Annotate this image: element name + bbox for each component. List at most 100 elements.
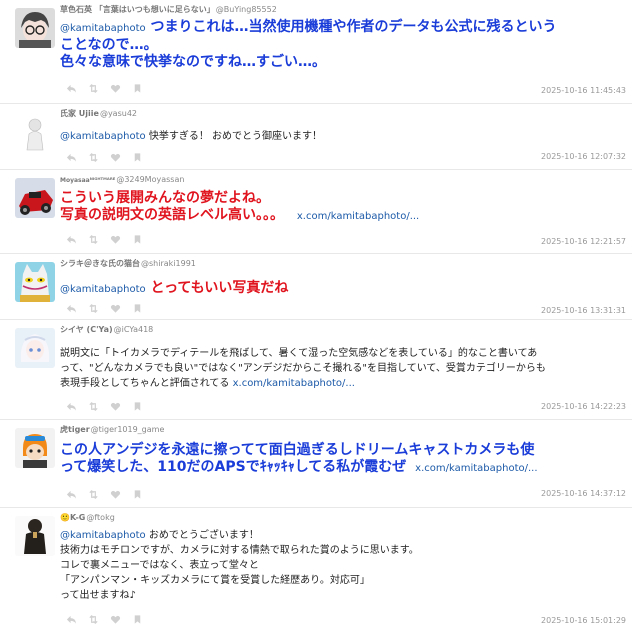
bookmark-icon[interactable] [132, 401, 143, 412]
display-name[interactable]: 草色石英 「言葉はいつも想いに足らない」 [60, 5, 215, 14]
tweet-text: @kamitabaphoto 快挙すぎる！ おめでとう御座います！ [60, 129, 612, 144]
text-line: 写真の説明文の英語レベル高い。。。 [60, 207, 284, 223]
like-icon[interactable] [110, 401, 121, 412]
bookmark-icon[interactable] [132, 152, 143, 163]
tweet-link[interactable]: x.com/kamitabaphoto/... [297, 211, 419, 222]
tweet-header: シイヤ (C'Ya)@iCYa418 [60, 323, 622, 337]
tweet-header: シラキ＠きな氏の猫台@shiraki1991 [60, 257, 622, 271]
timestamp[interactable]: 2025-10-16 14:37:12 [541, 489, 626, 499]
tweet-link[interactable]: x.com/kamitabaphoto/... [415, 463, 537, 474]
tweet-actions [66, 400, 156, 412]
text-line: こういう展開みんなの夢だよね。 [60, 190, 270, 206]
timestamp[interactable]: 2025-10-16 12:21:57 [541, 237, 626, 247]
text-line: この人アンデジを永遠に擦ってて面白過ぎるしドリームキャストカメラも使 [60, 442, 535, 458]
reply-icon[interactable] [66, 83, 77, 94]
text-line: コレで裏メニューではなく、表立って堂々と [60, 560, 259, 571]
tweet: 🙂K-G@ftokg @kamitabaphoto おめでとうございます！ 技術… [0, 508, 632, 629]
like-icon[interactable] [110, 614, 121, 625]
display-name[interactable]: Moyasaaᴺᴵᴳᴴᵀᴹᴬᴿᴱ [60, 177, 115, 184]
tweet: シラキ＠きな氏の猫台@shiraki1991 @kamitabaphoto とっ… [0, 254, 632, 320]
display-name[interactable]: シイヤ (C'Ya) [60, 325, 113, 334]
bookmark-icon[interactable] [132, 489, 143, 500]
tweet: シイヤ (C'Ya)@iCYa418 説明文に「トイカメラでディテールを飛ばして… [0, 320, 632, 420]
text-line: って、"どんなカメラでも良い"ではなく"アンデジだからこそ撮れる"を目指していて… [60, 363, 546, 374]
mention-link[interactable]: @kamitabaphoto [60, 284, 146, 295]
like-icon[interactable] [110, 83, 121, 94]
tweet-text: この人アンデジを永遠に擦ってて面白過ぎるしドリームキャストカメラも使 って爆笑し… [60, 442, 612, 477]
display-name[interactable]: 🙂K-G [60, 513, 85, 522]
avatar-image [15, 516, 55, 556]
mention-link[interactable]: @kamitabaphoto [60, 23, 146, 34]
tweet-actions [66, 488, 156, 500]
avatar-image [15, 112, 55, 152]
username[interactable]: @BuYing85552 [216, 5, 277, 14]
retweet-icon[interactable] [88, 303, 99, 314]
tweet-header: Moyasaaᴺᴵᴳᴴᵀᴹᴬᴿᴱ@3249Moyassan [60, 173, 622, 187]
tweet-text: 説明文に「トイカメラでディテールを飛ばして、暑くて湿った空気感などを表している」… [60, 346, 612, 391]
display-name[interactable]: 虎tiger [60, 425, 90, 434]
tweet-actions [66, 151, 156, 163]
timestamp[interactable]: 2025-10-16 11:45:43 [541, 86, 626, 96]
avatar-image [15, 328, 55, 368]
mention-link[interactable]: @kamitabaphoto [60, 530, 146, 541]
text-line: とってもいい写真だね [150, 280, 289, 296]
retweet-icon[interactable] [88, 152, 99, 163]
bookmark-icon[interactable] [132, 614, 143, 625]
timestamp[interactable]: 2025-10-16 15:01:29 [541, 616, 626, 626]
reply-icon[interactable] [66, 152, 77, 163]
tweet-text: こういう展開みんなの夢だよね。 写真の説明文の英語レベル高い。。。 x.com/… [60, 190, 612, 225]
retweet-icon[interactable] [88, 234, 99, 245]
text-line: おめでとうございます！ [148, 530, 259, 541]
reply-icon[interactable] [66, 303, 77, 314]
username[interactable]: @3249Moyassan [116, 175, 184, 184]
avatar[interactable] [15, 516, 55, 556]
bookmark-icon[interactable] [132, 303, 143, 314]
tweet-actions [66, 613, 156, 625]
like-icon[interactable] [110, 152, 121, 163]
like-icon[interactable] [110, 303, 121, 314]
tweet-link[interactable]: x.com/kamitabaphoto/... [233, 378, 355, 389]
tweet: 氏家 Ujiie@yasu42 @kamitabaphoto 快挙すぎる！ おめ… [0, 104, 632, 170]
tweet-header: 虎tiger@tiger1019_game [60, 423, 622, 437]
bookmark-icon[interactable] [132, 83, 143, 94]
retweet-icon[interactable] [88, 401, 99, 412]
avatar-image [15, 262, 55, 302]
reply-icon[interactable] [66, 614, 77, 625]
avatar[interactable] [15, 262, 55, 302]
text-line: 色々な意味で快挙なのですね…すごい…。 [60, 54, 326, 70]
avatar[interactable] [15, 328, 55, 368]
username[interactable]: @tiger1019_game [91, 425, 165, 434]
avatar-image [15, 178, 55, 218]
reply-icon[interactable] [66, 401, 77, 412]
retweet-icon[interactable] [88, 83, 99, 94]
text-line: 技術力はモチロンですが、カメラに対する情熱で取られた賞のように思います。 [60, 545, 419, 556]
tweet: 草色石英 「言葉はいつも想いに足らない」@BuYing85552 @kamita… [0, 0, 632, 104]
username[interactable]: @iCYa418 [114, 325, 154, 334]
avatar[interactable] [15, 428, 55, 468]
tweet-actions [66, 82, 156, 94]
username[interactable]: @shiraki1991 [141, 259, 196, 268]
timestamp[interactable]: 2025-10-16 12:07:32 [541, 152, 626, 162]
like-icon[interactable] [110, 489, 121, 500]
username[interactable]: @ftokg [86, 513, 114, 522]
avatar[interactable] [15, 178, 55, 218]
timestamp[interactable]: 2025-10-16 14:22:23 [541, 402, 626, 412]
text-line: 快挙すぎる！ おめでとう御座います！ [148, 131, 323, 142]
avatar-image [15, 8, 55, 48]
avatar[interactable] [15, 112, 55, 152]
display-name[interactable]: 氏家 Ujiie [60, 109, 99, 118]
text-line: ことなので…。 [60, 37, 158, 53]
like-icon[interactable] [110, 234, 121, 245]
bookmark-icon[interactable] [132, 234, 143, 245]
retweet-icon[interactable] [88, 489, 99, 500]
retweet-icon[interactable] [88, 614, 99, 625]
reply-icon[interactable] [66, 234, 77, 245]
avatar[interactable] [15, 8, 55, 48]
tweet-header: 氏家 Ujiie@yasu42 [60, 107, 622, 121]
tweet-text: @kamitabaphoto おめでとうございます！ 技術力はモチロンですが、カ… [60, 528, 612, 603]
username[interactable]: @yasu42 [100, 109, 137, 118]
reply-icon[interactable] [66, 489, 77, 500]
mention-link[interactable]: @kamitabaphoto [60, 131, 146, 142]
display-name[interactable]: シラキ＠きな氏の猫台 [60, 259, 140, 268]
timestamp[interactable]: 2025-10-16 13:31:31 [541, 306, 626, 316]
